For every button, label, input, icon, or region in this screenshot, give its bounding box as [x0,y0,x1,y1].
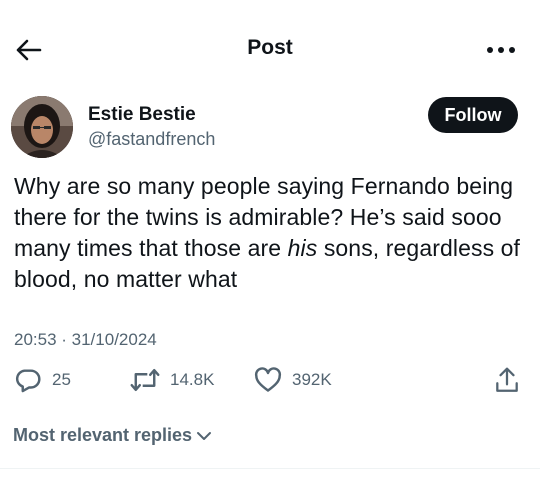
repost-count: 14.8K [170,370,215,389]
chevron-down-icon [196,430,212,442]
repost-button[interactable]: 14.8K [130,362,214,398]
author-handle[interactable]: @fastandfrench [88,129,215,150]
post-timestamp[interactable]: 20:53 · 31/10/2024 [14,330,157,350]
like-icon [254,367,282,392]
avatar[interactable] [11,96,73,158]
page-title: Post [247,36,293,59]
replies-sort-label: Most relevant replies [13,425,193,445]
more-options-button[interactable] [484,38,518,62]
post-header: Post [0,0,540,100]
repost-icon [130,368,160,392]
share-button[interactable] [492,364,522,396]
author-display-name[interactable]: Estie Bestie [88,104,196,126]
post-text: Why are so many people saying Fernando b… [14,171,534,295]
share-icon [496,367,518,392]
author-row: Estie Bestie @fastandfrench Follow [0,92,540,162]
action-bar: 25 14.8K 392K [0,362,540,402]
more-horizontal-icon [487,47,515,53]
like-count: 392K [292,370,332,389]
reply-button[interactable]: 25 [14,362,71,398]
reply-icon [16,369,41,393]
like-button[interactable]: 392K [254,362,332,398]
reply-count: 25 [52,370,71,389]
divider [0,468,540,469]
follow-button[interactable]: Follow [428,97,518,133]
post-text-italic: his [287,235,318,261]
replies-sort-dropdown[interactable]: Most relevant replies [13,425,212,446]
